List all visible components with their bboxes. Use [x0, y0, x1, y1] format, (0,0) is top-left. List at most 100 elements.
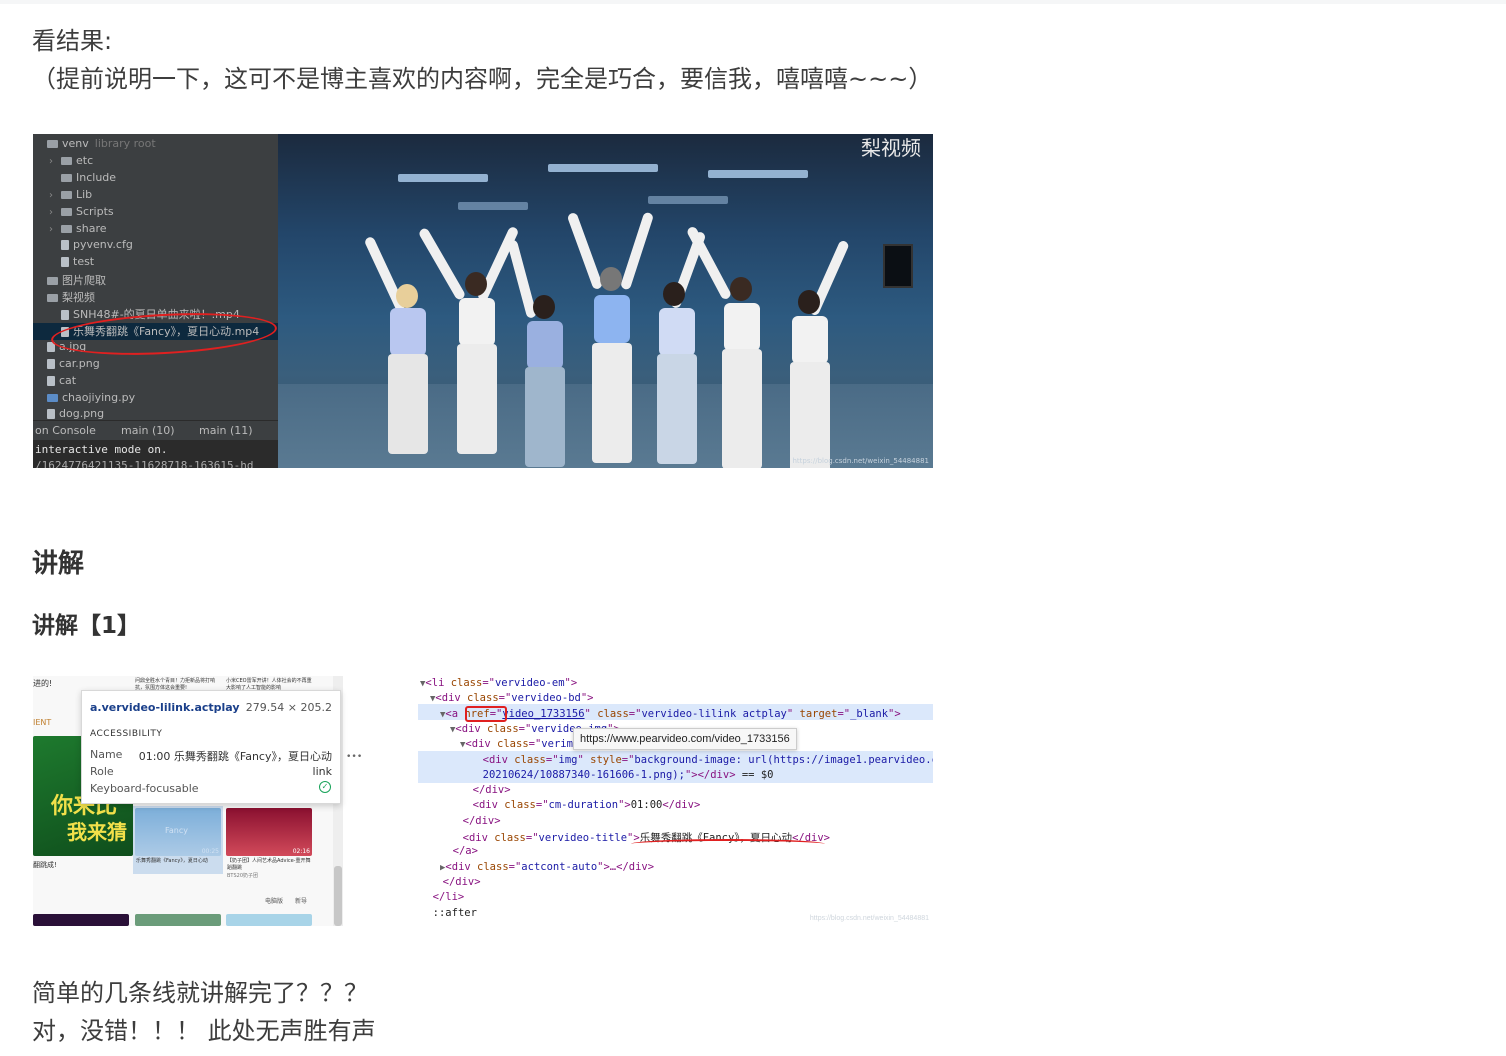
- folder-icon: [61, 156, 72, 165]
- dom-node-line[interactable]: </div>: [450, 815, 501, 827]
- tree-item-label: car.png: [59, 356, 100, 370]
- dom-node-line[interactable]: <div class="cm-duration">01:00</div>: [460, 799, 701, 811]
- tree-item[interactable]: › Lib: [33, 188, 92, 205]
- folder-icon: [61, 224, 72, 233]
- tree-item-label: 梨视频: [62, 291, 95, 305]
- name-label: Name: [90, 748, 123, 761]
- tree-item-note: library root: [94, 137, 156, 150]
- folder-icon: [47, 294, 58, 303]
- console-line: /1624776421135-11628718-163615-hd: [35, 459, 254, 468]
- image-credit: https://blog.csdn.net/weixin_54484881: [792, 457, 929, 465]
- accessibility-heading: ACCESSIBILITY: [90, 729, 163, 739]
- url-tooltip: https://www.pearvideo.com/video_1733156: [573, 728, 797, 750]
- dom-node-line[interactable]: ▼<div class="vervideo-bd">: [430, 692, 594, 704]
- dom-node-line[interactable]: ▶<div class="actcont-auto">…</div>: [440, 861, 654, 873]
- tree-item-label: pyvenv.cfg: [73, 238, 133, 252]
- expand-triangle-icon[interactable]: ▼: [450, 725, 455, 735]
- site-text: 进的!: [33, 679, 53, 688]
- chevron-right-icon[interactable]: ›: [49, 207, 61, 218]
- role-value: link: [312, 765, 332, 778]
- file-icon: [47, 393, 58, 402]
- tree-item[interactable]: test: [33, 255, 94, 272]
- title-underline: [631, 839, 825, 849]
- ellipsis-icon[interactable]: •••: [346, 752, 362, 762]
- element-dimensions: 279.54 × 205.2: [245, 701, 332, 714]
- tree-item-label: Scripts: [76, 204, 114, 218]
- check-icon: ✓: [319, 781, 331, 793]
- tree-item[interactable]: Include: [33, 171, 116, 188]
- folder-icon: [47, 140, 58, 148]
- dom-node-line[interactable]: ::after: [420, 907, 477, 919]
- site-link[interactable]: 电脑版: [265, 896, 283, 905]
- console-output: interactive mode on. /1624776421135-1162…: [33, 440, 298, 468]
- tree-item-label: cat: [59, 373, 77, 387]
- conclusion-text: 简单的几条线就讲解完了？？？: [32, 979, 368, 1007]
- file-icon: [61, 240, 69, 251]
- tree-item-label: dog.png: [59, 407, 105, 421]
- expand-triangle-icon[interactable]: ▼: [460, 740, 465, 750]
- chevron-right-icon[interactable]: ›: [49, 224, 61, 235]
- tree-item[interactable]: › Scripts: [33, 205, 114, 222]
- tree-item[interactable]: venv library root: [33, 137, 156, 154]
- console-tab[interactable]: main (11): [199, 424, 253, 437]
- dom-node-line[interactable]: ▼<li class="vervideo-em">: [420, 677, 577, 689]
- expand-triangle-icon[interactable]: ▼: [430, 694, 435, 704]
- devtools-screenshot: 进的! 问鼎全胜水个青目！力拒新品将打响抗，氛围方体这会重要! 小米CEO雷军开…: [33, 676, 933, 926]
- video-frame: 梨视频 https://blog.csdn.net/weixin_5448488…: [278, 134, 933, 468]
- video-thumbnail[interactable]: 02:16: [226, 808, 312, 856]
- section-heading: 讲解: [32, 549, 85, 579]
- tree-item[interactable]: pyvenv.cfg: [33, 238, 133, 255]
- console-tabs: on Console main (10) main (11): [33, 420, 298, 441]
- expand-triangle-icon[interactable]: ▼: [420, 679, 425, 689]
- top-border: [0, 0, 1506, 4]
- disclaimer-text: （提前说明一下，这可不是博主喜欢的内容啊，完全是巧合，要信我，嘻嘻嘻~~~）: [32, 65, 933, 93]
- expand-triangle-icon[interactable]: ▶: [440, 863, 445, 873]
- result-screenshot: venv library root › etc Include › Lib › Scripts ›…: [33, 134, 933, 468]
- tree-item-label: chaojiying.py: [62, 390, 136, 404]
- tree-item[interactable]: 梨视频: [33, 289, 95, 306]
- folder-icon: [61, 173, 72, 182]
- tree-item[interactable]: cat: [33, 374, 76, 391]
- tree-item[interactable]: chaojiying.py: [33, 391, 135, 408]
- dom-node-line[interactable]: </a>: [440, 845, 478, 857]
- chevron-right-icon[interactable]: ›: [49, 156, 61, 167]
- subsection-heading: 讲解【1】: [32, 613, 141, 639]
- dom-node-line[interactable]: </div>: [430, 876, 481, 888]
- role-label: Role: [90, 765, 114, 778]
- tree-item-label: 图片爬取: [62, 274, 106, 288]
- site-text: 乐舞秀翻跳《Fancy》，夏日心动: [136, 858, 208, 864]
- console-line: interactive mode on.: [35, 443, 168, 456]
- tree-item[interactable]: car.png: [33, 357, 100, 374]
- site-link[interactable]: 新导: [295, 896, 307, 905]
- site-text: 【奶子团】人间艺术品Advice-重开舞蹈翻跳: [227, 858, 311, 871]
- expand-triangle-icon[interactable]: ▼: [440, 710, 445, 720]
- dom-node-line[interactable]: 20210624/10887340-161606-1.png);"></div>…: [470, 769, 774, 781]
- chevron-right-icon[interactable]: ›: [49, 190, 61, 201]
- href-highlight: [465, 706, 507, 722]
- file-icon: [47, 409, 55, 420]
- folder-icon: [61, 207, 72, 216]
- file-icon: [61, 257, 69, 268]
- site-text: 翻跳成!: [33, 861, 57, 869]
- tree-item[interactable]: 图片爬取: [33, 272, 106, 289]
- tree-item[interactable]: › share: [33, 222, 107, 239]
- dom-node-line[interactable]: ▼<a href="video_1733156" class="vervideo…: [440, 708, 901, 720]
- conclusion-text: 对，没错！！！ 此处无声胜有声: [32, 1017, 376, 1045]
- focusable-label: Keyboard-focusable: [90, 782, 199, 795]
- console-tab[interactable]: on Console: [35, 424, 96, 437]
- element-selector: a.vervideo-lilink.actplay: [90, 701, 240, 714]
- site-text: BTS20奶子团: [227, 873, 259, 879]
- result-label: 看结果:: [32, 27, 113, 55]
- image-credit: https://blog.csdn.net/weixin_54484881: [809, 915, 929, 922]
- tree-item-label: Lib: [76, 187, 93, 201]
- name-value: 01:00 乐舞秀翻跳《Fancy》，夏日心动: [138, 750, 332, 763]
- duration-badge: 02:16: [292, 848, 310, 855]
- console-tab[interactable]: main (10): [121, 424, 175, 437]
- site-text: IENT: [33, 718, 52, 727]
- tree-item[interactable]: › etc: [33, 154, 93, 171]
- dom-node-line[interactable]: </li>: [420, 891, 465, 903]
- file-icon: [61, 310, 69, 320]
- tree-item-label: etc: [76, 153, 94, 167]
- dom-node-line[interactable]: </div>: [460, 784, 511, 796]
- dom-node-line[interactable]: <div class="img" style="background-image…: [470, 754, 933, 766]
